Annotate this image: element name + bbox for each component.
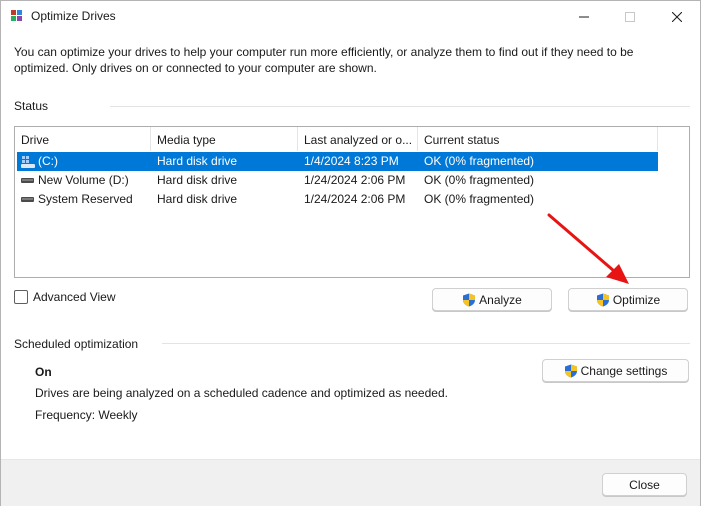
table-row[interactable]: System Reserved Hard disk drive 1/24/202…: [17, 190, 658, 209]
optimize-drives-window: Optimize Drives You can optimize your dr…: [0, 0, 701, 506]
analyze-button[interactable]: Analyze: [432, 288, 552, 311]
change-settings-button[interactable]: Change settings: [542, 359, 689, 382]
uac-shield-icon: [596, 293, 609, 306]
current-status: OK (0% fragmented): [424, 154, 535, 168]
last-analyzed: 1/4/2024 8:23 PM: [304, 154, 399, 168]
column-header-drive[interactable]: Drive: [15, 127, 151, 151]
drive-name: (C:): [38, 154, 58, 168]
uac-shield-icon: [463, 293, 476, 306]
window-title: Optimize Drives: [31, 9, 116, 23]
column-header-last-analyzed[interactable]: Last analyzed or o...: [298, 127, 418, 151]
windows-drive-icon: [21, 156, 35, 168]
media-type: Hard disk drive: [157, 173, 238, 187]
status-separator: [110, 106, 690, 107]
close-window-button[interactable]: [654, 1, 700, 32]
media-type: Hard disk drive: [157, 192, 238, 206]
close-button-label: Close: [629, 477, 660, 492]
intro-text: You can optimize your drives to help you…: [14, 45, 634, 75]
title-bar[interactable]: Optimize Drives: [1, 1, 700, 32]
analyze-button-label: Analyze: [479, 292, 522, 307]
current-status: OK (0% fragmented): [424, 173, 535, 187]
column-header-current-status[interactable]: Current status: [418, 127, 658, 151]
drive-name: New Volume (D:): [38, 173, 129, 187]
scheduled-section-label: Scheduled optimization: [14, 337, 139, 351]
close-icon: [672, 11, 682, 22]
optimize-button-label: Optimize: [612, 292, 661, 307]
minimize-icon: [579, 16, 589, 17]
minimize-button[interactable]: [561, 1, 607, 32]
last-analyzed: 1/24/2024 2:06 PM: [304, 192, 406, 206]
schedule-frequency: Frequency: Weekly: [35, 408, 138, 422]
last-analyzed: 1/24/2024 2:06 PM: [304, 173, 406, 187]
advanced-view-label[interactable]: Advanced View: [33, 290, 116, 304]
table-row[interactable]: New Volume (D:) Hard disk drive 1/24/202…: [17, 171, 658, 190]
drive-name: System Reserved: [38, 192, 133, 206]
dialog-footer: Close: [1, 459, 700, 506]
change-settings-label: Change settings: [580, 363, 668, 378]
status-section-label: Status: [14, 99, 49, 113]
defrag-app-icon: [11, 10, 22, 21]
hard-drive-icon: [21, 197, 34, 202]
current-status: OK (0% fragmented): [424, 192, 535, 206]
schedule-state: On: [35, 365, 52, 379]
uac-shield-icon: [564, 364, 577, 377]
close-button[interactable]: Close: [602, 473, 687, 496]
optimize-button[interactable]: Optimize: [568, 288, 688, 311]
drives-list-header: Drive Media type Last analyzed or o... C…: [15, 127, 658, 151]
drives-list[interactable]: Drive Media type Last analyzed or o... C…: [14, 126, 690, 278]
schedule-description: Drives are being analyzed on a scheduled…: [35, 386, 448, 400]
media-type: Hard disk drive: [157, 154, 238, 168]
hard-drive-icon: [21, 178, 34, 183]
maximize-button[interactable]: [607, 1, 653, 32]
table-row[interactable]: (C:) Hard disk drive 1/4/2024 8:23 PM OK…: [17, 152, 658, 171]
advanced-view-checkbox[interactable]: [14, 290, 28, 304]
column-header-media-type[interactable]: Media type: [151, 127, 298, 151]
scheduled-separator: [162, 343, 690, 344]
maximize-icon: [625, 11, 635, 22]
